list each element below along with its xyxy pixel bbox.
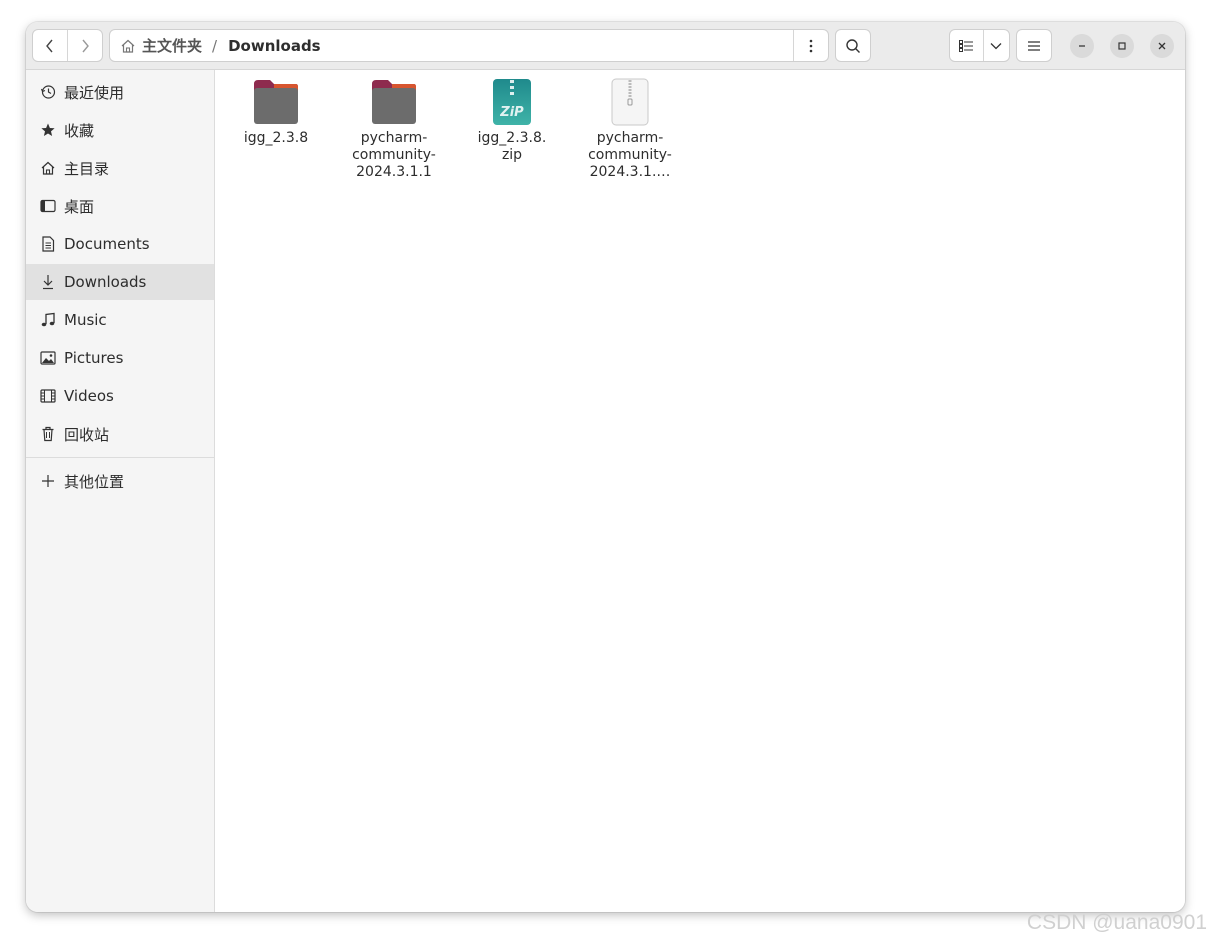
sidebar-item-pictures[interactable]: Pictures bbox=[26, 340, 214, 376]
star-icon bbox=[41, 123, 55, 136]
sidebar-item-downloads[interactable]: Downloads bbox=[26, 264, 214, 300]
file-name-line: community- bbox=[352, 147, 436, 163]
sidebar-item-videos[interactable]: Videos bbox=[26, 378, 214, 414]
sidebar-item-music[interactable]: Music bbox=[26, 302, 214, 338]
sidebar-item-label: Documents bbox=[64, 235, 150, 253]
list-view-button[interactable] bbox=[950, 30, 983, 61]
file-name-line: igg_2.3.8. bbox=[477, 130, 547, 146]
sidebar-item-label: 收藏 bbox=[64, 121, 95, 140]
file-manager-window: 主文件夹 / Downloads 最近使用 收藏 主目录 桌面 Document… bbox=[26, 22, 1185, 912]
sidebar-item-label: Music bbox=[64, 311, 107, 329]
location-bar: 主文件夹 / Downloads bbox=[109, 29, 829, 62]
maximize-icon bbox=[1118, 42, 1126, 50]
file-name: igg_2.3.8. zip bbox=[457, 130, 567, 164]
sidebar-item-desktop[interactable]: 桌面 bbox=[26, 188, 214, 224]
sidebar-item-label: Videos bbox=[64, 387, 114, 405]
forward-button[interactable] bbox=[67, 30, 102, 61]
sidebar: 最近使用 收藏 主目录 桌面 Documents Downloads Music bbox=[26, 70, 215, 912]
view-dropdown-button[interactable] bbox=[982, 30, 1009, 61]
chevron-right-icon bbox=[82, 39, 89, 52]
sidebar-item-label: 其他位置 bbox=[64, 472, 125, 491]
picture-icon bbox=[40, 351, 56, 365]
folder-icon bbox=[254, 80, 298, 124]
vertical-dots-icon bbox=[809, 39, 813, 52]
navigation-buttons bbox=[32, 29, 103, 62]
watermark: CSDN @uana0901 bbox=[1026, 911, 1207, 934]
breadcrumb-home[interactable]: 主文件夹 bbox=[120, 35, 202, 56]
sidebar-item-label: Pictures bbox=[64, 349, 124, 367]
chevron-down-icon bbox=[990, 42, 1002, 49]
close-button[interactable] bbox=[1150, 34, 1174, 58]
close-icon bbox=[1158, 42, 1166, 50]
file-name: igg_2.3.8 bbox=[221, 130, 331, 147]
sidebar-item-label: 主目录 bbox=[64, 159, 110, 178]
sidebar-divider bbox=[26, 457, 214, 458]
header-bar: 主文件夹 / Downloads bbox=[26, 22, 1185, 70]
plus-icon bbox=[42, 475, 54, 487]
view-options bbox=[949, 29, 1010, 62]
sidebar-item-recent[interactable]: 最近使用 bbox=[26, 74, 214, 110]
file-name: pycharm- community- 2024.3.1.1 bbox=[339, 130, 449, 181]
sidebar-item-trash[interactable]: 回收站 bbox=[26, 416, 214, 452]
file-name: pycharm- community- 2024.3.1.… bbox=[575, 130, 685, 181]
minimize-button[interactable] bbox=[1070, 34, 1094, 58]
maximize-button[interactable] bbox=[1110, 34, 1134, 58]
list-view-icon bbox=[959, 39, 974, 52]
home-icon bbox=[121, 39, 135, 53]
zip-badge: ZiP bbox=[499, 105, 524, 120]
breadcrumb-separator: / bbox=[212, 36, 218, 55]
file-name-line: 2024.3.1.… bbox=[589, 164, 671, 180]
home-icon bbox=[41, 161, 55, 175]
location-menu-button[interactable] bbox=[793, 30, 828, 61]
sidebar-item-label: 桌面 bbox=[64, 197, 95, 216]
sidebar-item-label: Downloads bbox=[64, 273, 147, 291]
breadcrumb-current[interactable]: Downloads bbox=[228, 37, 321, 55]
music-icon bbox=[41, 312, 55, 327]
file-item-folder[interactable]: igg_2.3.8 bbox=[221, 78, 331, 147]
download-icon bbox=[43, 275, 53, 290]
folder-icon bbox=[372, 80, 416, 124]
file-name-line: 2024.3.1.1 bbox=[356, 164, 432, 180]
search-icon bbox=[846, 38, 860, 53]
trash-icon bbox=[42, 426, 54, 442]
search-button[interactable] bbox=[835, 29, 871, 62]
sidebar-item-starred[interactable]: 收藏 bbox=[26, 112, 214, 148]
file-name-line: pycharm- bbox=[360, 130, 428, 146]
file-name-line: zip bbox=[501, 147, 523, 163]
sidebar-item-other-locations[interactable]: 其他位置 bbox=[26, 463, 214, 499]
document-icon bbox=[42, 236, 55, 252]
archive-file-icon bbox=[611, 78, 649, 126]
breadcrumb-home-label: 主文件夹 bbox=[142, 37, 203, 55]
file-item-zip[interactable]: ZiP igg_2.3.8. zip bbox=[457, 78, 567, 164]
file-name-line: pycharm- bbox=[596, 130, 664, 146]
file-item-archive[interactable]: pycharm- community- 2024.3.1.… bbox=[575, 78, 685, 181]
clock-icon bbox=[40, 85, 56, 99]
desktop-icon bbox=[40, 199, 56, 213]
main-menu-button[interactable] bbox=[1016, 29, 1052, 62]
hamburger-icon bbox=[1028, 40, 1040, 51]
minimize-icon bbox=[1079, 45, 1085, 47]
file-name-line: igg_2.3.8 bbox=[243, 130, 309, 146]
video-icon bbox=[40, 389, 56, 403]
sidebar-item-documents[interactable]: Documents bbox=[26, 226, 214, 262]
sidebar-item-label: 最近使用 bbox=[64, 83, 125, 102]
file-view: igg_2.3.8 pycharm- community- 2024.3.1.1 bbox=[215, 70, 1185, 912]
chevron-left-icon bbox=[46, 39, 53, 52]
sidebar-item-home[interactable]: 主目录 bbox=[26, 150, 214, 186]
zip-archive-icon: ZiP bbox=[493, 79, 531, 125]
file-item-folder[interactable]: pycharm- community- 2024.3.1.1 bbox=[339, 78, 449, 181]
file-name-line: community- bbox=[588, 147, 672, 163]
back-button[interactable] bbox=[33, 30, 67, 61]
sidebar-item-label: 回收站 bbox=[64, 425, 110, 444]
